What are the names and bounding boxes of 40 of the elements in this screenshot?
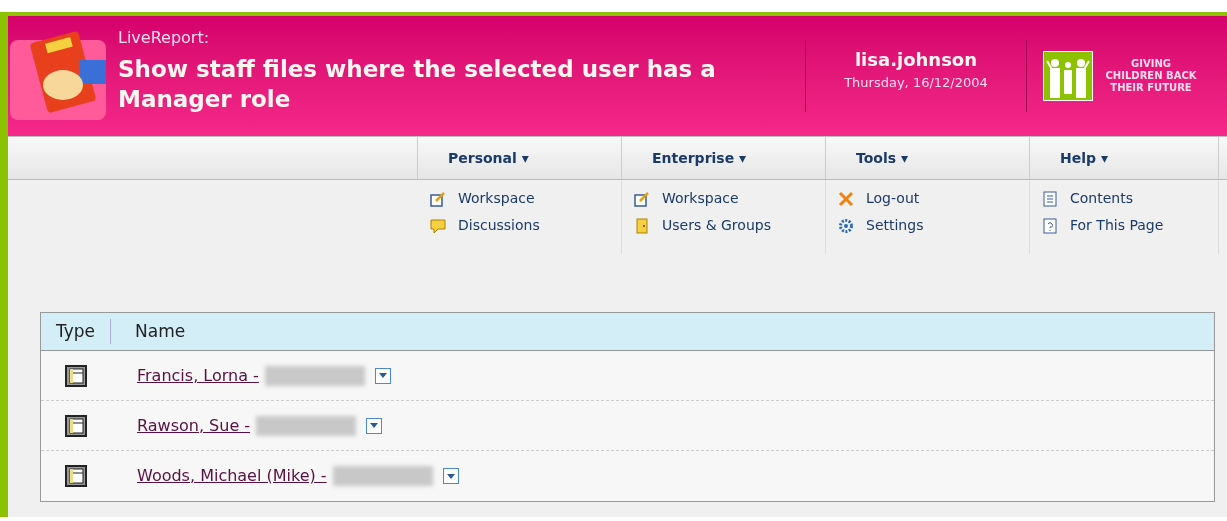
staff-file-link[interactable]: Rawson, Sue -	[137, 413, 251, 438]
report-title: Show staff files where the selected user has a Manager role	[118, 55, 717, 114]
menu-tab[interactable]: Tools ▾	[826, 137, 1030, 179]
pencil-note-icon	[430, 190, 446, 207]
cross-icon	[838, 190, 854, 207]
menu-link[interactable]: Workspace	[634, 188, 739, 209]
dropdown-button[interactable]	[366, 417, 383, 434]
app-name: LiveReport:	[118, 27, 211, 49]
menu-link[interactable]: Contents	[1042, 188, 1133, 209]
logo-text: GIVING CHILDREN BACK THEIR FUTURE	[1104, 58, 1198, 94]
gear-icon	[838, 217, 854, 234]
menu-link[interactable]: Workspace	[430, 188, 535, 209]
document-icon	[65, 465, 87, 487]
menu-link[interactable]: Users & Groups	[634, 215, 771, 236]
dropdown-button[interactable]	[374, 367, 391, 384]
pencil-note-icon	[634, 190, 650, 207]
document-icon	[65, 364, 87, 387]
column-header: Name	[134, 319, 186, 343]
staff-file-link[interactable]: Francis, Lorna -	[137, 363, 259, 388]
user-name: lisa.johnson	[854, 48, 978, 72]
menu-tab[interactable]: Help ▾	[1030, 137, 1219, 179]
menu-tab[interactable]: Enterprise ▾	[622, 137, 826, 179]
menu-tab[interactable]: Personal ▾	[418, 137, 622, 179]
caret-icon	[378, 373, 387, 378]
dropdown-button[interactable]	[442, 468, 459, 484]
document-icon	[65, 414, 87, 437]
help-icon	[1042, 217, 1058, 234]
caret-icon	[446, 473, 455, 479]
people-logo-icon	[1043, 51, 1093, 101]
list-icon	[1042, 190, 1058, 207]
menu-link[interactable]: For This Page	[1042, 215, 1164, 236]
door-icon	[634, 217, 650, 234]
menu-link[interactable]: Discussions	[430, 215, 540, 236]
current-date: Thursday, 16/12/2004	[844, 74, 988, 92]
speech-bubble-icon	[430, 217, 446, 234]
menu-link[interactable]: Settings	[838, 215, 924, 236]
staff-file-link[interactable]: Woods, Michael (Mike) -	[137, 464, 327, 488]
caret-icon	[370, 423, 379, 428]
menu-link[interactable]: Log-out	[838, 188, 920, 209]
column-header: Type	[41, 318, 111, 345]
